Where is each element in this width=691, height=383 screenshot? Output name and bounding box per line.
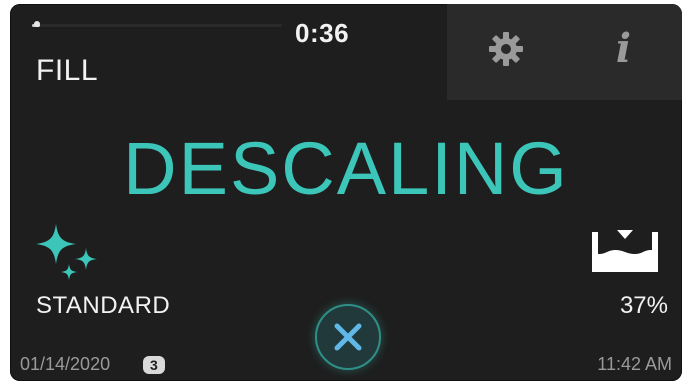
timer: 0:36 (295, 18, 350, 48)
water-level-icon (592, 230, 658, 272)
cancel-button[interactable] (307, 296, 389, 378)
cancel-button-ring (315, 304, 381, 370)
progress-bar (32, 24, 282, 27)
sparkles-icon (36, 224, 97, 280)
water-level-value: 37% (619, 292, 668, 319)
settings-button[interactable] (447, 4, 564, 94)
top-button-panel: i (447, 4, 682, 100)
display-screen: 0:36 FILL i DESCALING STANDARD 37% 01/14… (10, 4, 682, 381)
close-icon (334, 323, 362, 351)
progress-indicator-dot (34, 21, 40, 27)
cycle-title: DESCALING (123, 127, 569, 210)
date-display: 01/14/2020 (20, 354, 111, 374)
mode-label: STANDARD (36, 292, 171, 319)
info-button[interactable]: i (565, 4, 682, 94)
clock-display: 11:42 AM (597, 354, 672, 374)
step-label: FILL (36, 54, 99, 87)
notification-badge: 3 (143, 356, 165, 374)
gear-icon (488, 32, 523, 66)
info-icon: i (615, 25, 632, 72)
